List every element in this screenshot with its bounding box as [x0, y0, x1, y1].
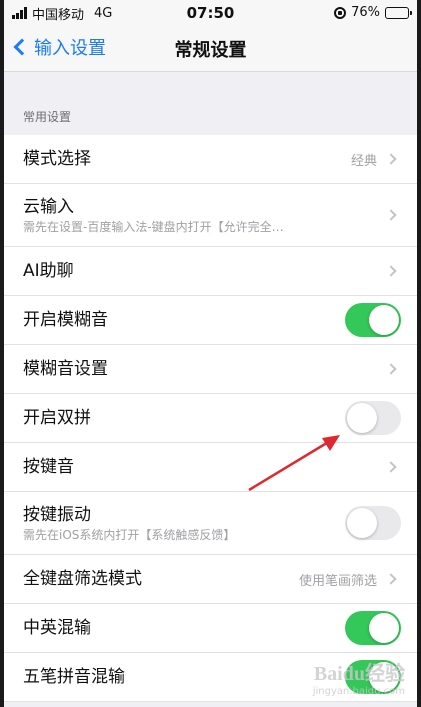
navigation-bar: 输入设置 常规设置	[4, 26, 417, 72]
row-key-vibration: 按键振动 需先在iOS系统内打开【系统触感反馈】	[4, 492, 417, 555]
chevron-left-icon	[13, 38, 31, 56]
fuzzy-pinyin-toggle[interactable]	[345, 303, 401, 337]
row-mixed-input: 中英混输	[4, 604, 417, 653]
row-key-sound[interactable]: 按键音	[4, 443, 417, 492]
mixed-input-toggle[interactable]	[345, 611, 401, 645]
signal-icon	[12, 7, 27, 19]
row-title: 中英混输	[23, 618, 91, 638]
row-title: 模式选择	[23, 149, 91, 169]
row-ai-chat[interactable]: AI助聊	[4, 247, 417, 296]
row-fuzzy-settings[interactable]: 模糊音设置	[4, 345, 417, 394]
double-pinyin-toggle[interactable]	[345, 401, 401, 435]
row-double-pinyin: 开启双拼	[4, 394, 417, 443]
row-fuzzy-pinyin: 开启模糊音	[4, 296, 417, 345]
row-title: 模糊音设置	[23, 359, 108, 379]
chevron-right-icon	[385, 153, 397, 165]
row-title: 开启双拼	[23, 408, 91, 428]
row-cloud-input[interactable]: 云输入 需先在设置-百度输入法-键盘内打开【允许完全…	[4, 184, 417, 247]
row-value: 使用笔画筛选	[298, 573, 377, 589]
row-title: 云输入	[23, 196, 74, 217]
row-title: AI助聊	[23, 261, 74, 281]
row-title: 五笔拼音混输	[23, 667, 125, 687]
row-wubi-pinyin: 五笔拼音混输	[4, 653, 417, 702]
key-vibration-toggle[interactable]	[345, 506, 401, 540]
back-label: 输入设置	[34, 38, 106, 59]
row-mode-select[interactable]: 模式选择 经典	[4, 135, 417, 184]
chevron-right-icon	[385, 265, 397, 277]
wubi-pinyin-toggle[interactable]	[345, 660, 401, 694]
section-header: 常用设置	[23, 110, 72, 124]
carrier-label: 中国移动	[32, 7, 85, 23]
row-title: 全键盘筛选模式	[23, 569, 142, 589]
row-title: 开启模糊音	[23, 310, 108, 330]
row-value: 经典	[350, 153, 377, 169]
row-title: 按键振动	[23, 504, 91, 525]
chevron-right-icon	[385, 573, 397, 585]
settings-list: 模式选择 经典 云输入 需先在设置-百度输入法-键盘内打开【允许完全… AI助聊…	[4, 135, 417, 702]
chevron-right-icon	[385, 209, 397, 221]
status-bar: 中国移动 4G 07:50 76%	[4, 0, 417, 26]
row-subtitle: 需先在iOS系统内打开【系统触感反馈】	[23, 527, 236, 542]
rotation-lock-icon	[334, 6, 347, 19]
row-title: 按键音	[23, 457, 74, 477]
back-button[interactable]: 输入设置	[12, 34, 106, 60]
network-type: 4G	[94, 5, 113, 21]
row-subtitle: 需先在设置-百度输入法-键盘内打开【允许完全…	[23, 219, 284, 234]
phone-screen: 中国移动 4G 07:50 76% 输入设置 常规设置 常用设置 模式选择 经典…	[0, 0, 421, 707]
status-right: 76%	[334, 5, 412, 20]
battery-icon	[385, 6, 412, 19]
row-keyboard-filter[interactable]: 全键盘筛选模式 使用笔画筛选	[4, 555, 417, 604]
chevron-right-icon	[385, 363, 397, 375]
battery-percent: 76%	[351, 5, 380, 20]
chevron-right-icon	[385, 461, 397, 473]
